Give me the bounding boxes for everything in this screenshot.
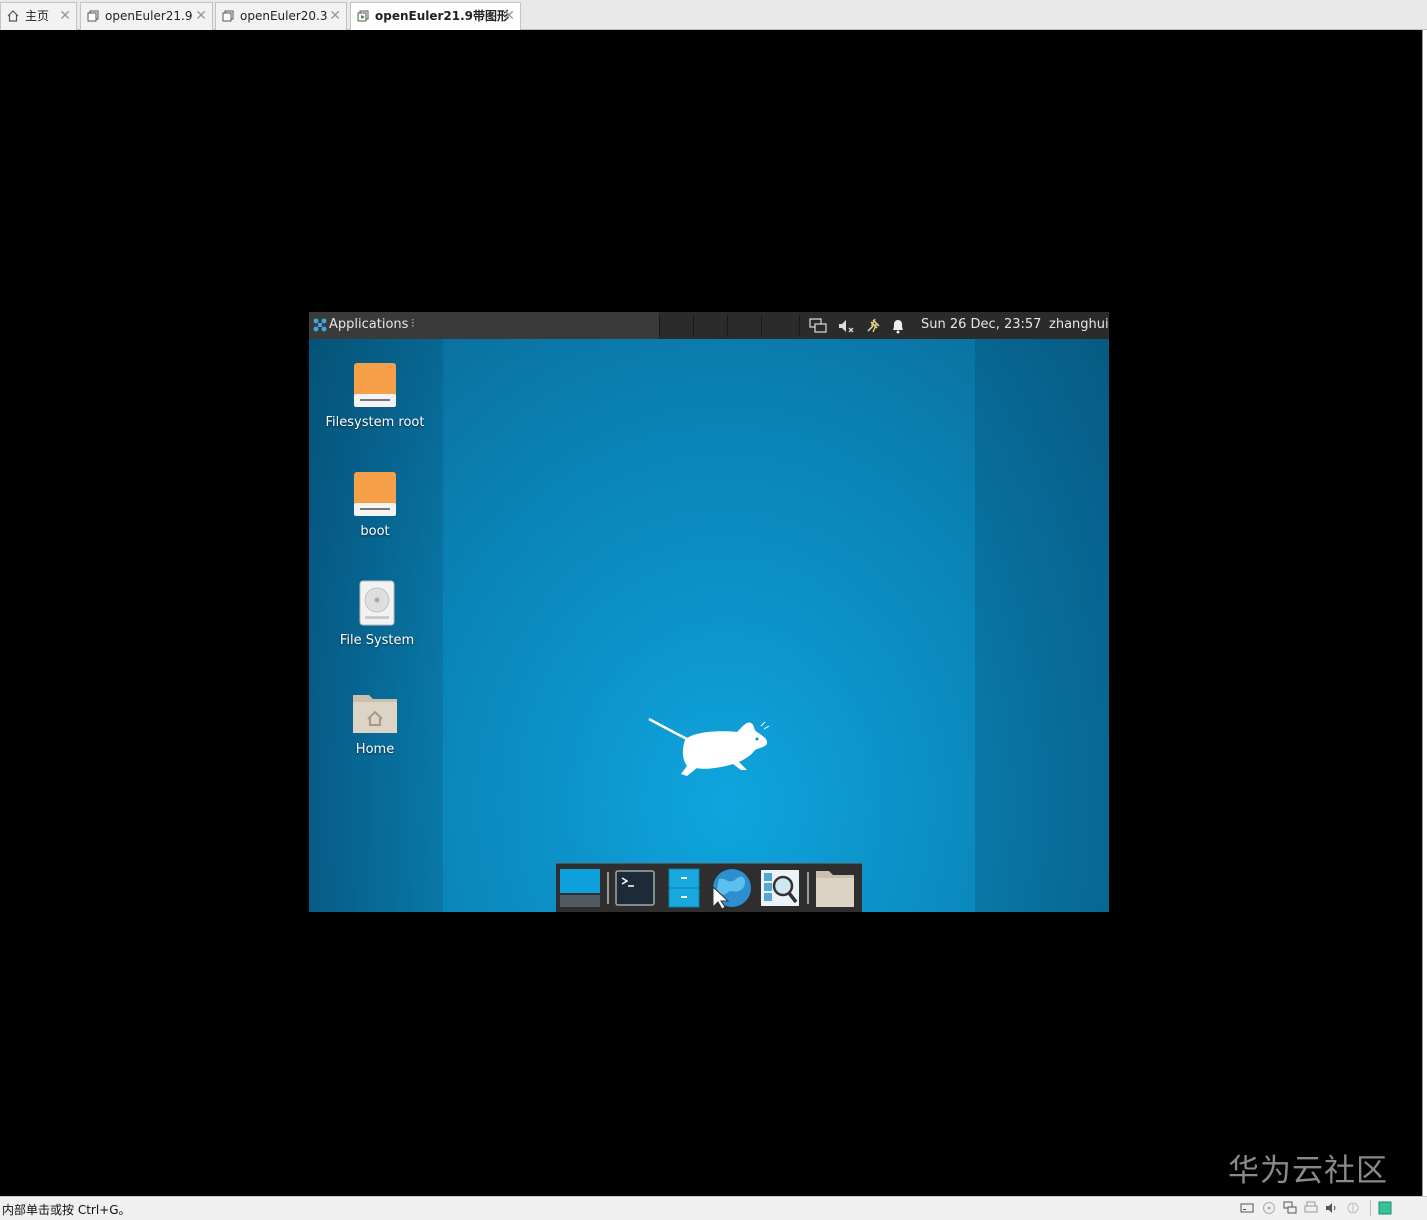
- home-icon: [7, 10, 19, 22]
- vm-icon: [222, 10, 234, 22]
- dock-separator: [607, 872, 609, 904]
- tab-label: openEuler20.3: [240, 9, 328, 23]
- web-browser-icon[interactable]: [709, 867, 753, 909]
- status-separator: [1370, 1200, 1371, 1216]
- panel-separator: [799, 315, 800, 336]
- panel-separator: [693, 315, 694, 336]
- scrollbar[interactable]: [1422, 30, 1427, 1196]
- vm-status-bar: 内部单击或按 Ctrl+G。: [0, 1196, 1427, 1220]
- applications-menu-button[interactable]: Applications ⁝: [309, 312, 659, 339]
- desktop-icon-label: File System: [339, 633, 415, 648]
- tab-openeuler21-9-gui[interactable]: openEuler21.9带图形 ✕: [350, 2, 521, 30]
- usb-device-icon[interactable]: [1346, 1201, 1360, 1215]
- status-hint: 内部单击或按 Ctrl+G。: [2, 1203, 131, 1217]
- tab-label: openEuler21.9带图形: [375, 9, 510, 23]
- panel-separator: [761, 315, 762, 336]
- tab-openeuler20-3[interactable]: openEuler20.3 ✕: [215, 2, 347, 30]
- tab-label: 主页: [25, 9, 50, 23]
- show-desktop-icon[interactable]: [558, 867, 602, 909]
- xfce-mouse-logo: [648, 717, 770, 776]
- vm-icon: [87, 10, 99, 22]
- panel-separator: [727, 315, 728, 336]
- desktop-icon-home[interactable]: Home: [320, 689, 430, 758]
- xfce-logo-icon: [313, 318, 327, 332]
- vm-tab-bar: 主页 ✕ openEuler21.9 ✕ openEuler20.3 ✕ ope…: [0, 0, 1427, 30]
- harddisk-icon: [359, 580, 395, 626]
- file-manager-icon[interactable]: [662, 867, 706, 909]
- panel-clock[interactable]: Sun 26 Dec, 23:57: [921, 317, 1041, 332]
- close-icon[interactable]: ✕: [195, 3, 207, 29]
- drive-icon: [354, 472, 396, 516]
- app-finder-icon[interactable]: [758, 867, 802, 909]
- dock-separator: [807, 872, 809, 904]
- close-icon[interactable]: ✕: [503, 3, 515, 29]
- xfce-top-panel: Applications ⁝ Sun 26 Dec, 23:57 zhanghu…: [309, 312, 1109, 339]
- power-plug-icon[interactable]: [864, 317, 882, 335]
- xfce-dock: [556, 863, 862, 912]
- desktop-icon-label: boot: [360, 524, 390, 539]
- tab-home[interactable]: 主页 ✕: [0, 2, 77, 30]
- applications-label: Applications: [329, 317, 409, 332]
- close-icon[interactable]: ✕: [59, 3, 71, 29]
- desktop-icon-filesystem-root[interactable]: Filesystem root: [320, 362, 430, 431]
- tab-label: openEuler21.9: [105, 9, 193, 23]
- desktop-icon-label: Filesystem root: [325, 415, 425, 430]
- close-icon[interactable]: ✕: [329, 3, 341, 29]
- network-device-icon[interactable]: [1283, 1201, 1297, 1215]
- watermark: 华为云社区: [1228, 1153, 1388, 1189]
- tab-openeuler21-9[interactable]: openEuler21.9 ✕: [80, 2, 213, 30]
- cd-device-icon[interactable]: [1262, 1201, 1276, 1215]
- desktop-icon-file-system[interactable]: File System: [322, 580, 432, 649]
- network-icon[interactable]: [809, 317, 827, 335]
- vm-running-icon: [357, 10, 369, 22]
- panel-handle-icon: ⁝: [411, 316, 415, 330]
- vm-guest-screen[interactable]: Applications ⁝ Sun 26 Dec, 23:57 zhanghu…: [309, 312, 1109, 912]
- message-log-icon[interactable]: [1378, 1201, 1392, 1215]
- notification-bell-icon[interactable]: [889, 317, 907, 335]
- drive-icon: [354, 363, 396, 407]
- volume-muted-icon[interactable]: [837, 317, 855, 335]
- panel-separator: [659, 315, 660, 336]
- printer-device-icon[interactable]: [1304, 1201, 1318, 1215]
- desktop-icon-label: Home: [355, 742, 395, 757]
- sound-device-icon[interactable]: [1325, 1201, 1339, 1215]
- folder-icon[interactable]: [813, 867, 857, 909]
- desktop-icon-boot[interactable]: boot: [320, 471, 430, 540]
- panel-user[interactable]: zhanghui: [1049, 317, 1109, 332]
- terminal-icon[interactable]: [613, 867, 657, 909]
- harddisk-device-icon[interactable]: [1240, 1201, 1254, 1215]
- home-folder-icon: [353, 695, 397, 733]
